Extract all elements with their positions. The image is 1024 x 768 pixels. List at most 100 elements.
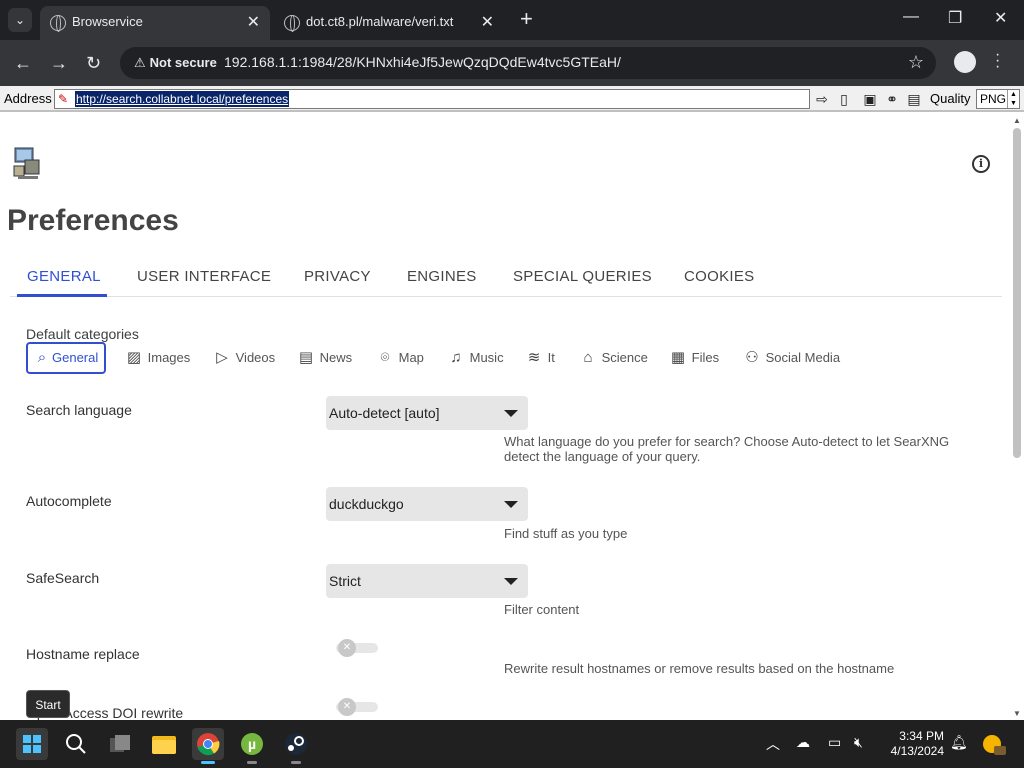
category-label: Science (601, 350, 648, 365)
hostname-replace-toggle[interactable]: ✕ (336, 639, 378, 657)
close-icon[interactable]: ✕ (481, 12, 494, 32)
chrome-icon (197, 733, 220, 756)
hostname-replace-help: Rewrite result hostnames or remove resul… (504, 661, 895, 676)
find-icon[interactable]: ▣ (861, 90, 879, 108)
archive-icon: ▦ (670, 349, 686, 366)
chevron-down-icon (504, 578, 518, 585)
folder-icon (152, 736, 176, 754)
category-music[interactable]: ♫ Music (446, 342, 503, 374)
tab-user-interface[interactable]: USER INTERFACE (137, 268, 271, 285)
category-videos[interactable]: ▷ Videos (212, 342, 275, 374)
utorrent-icon: µ (241, 733, 263, 755)
display-icon[interactable]: ▭ (828, 734, 841, 751)
utorrent-taskbar-button[interactable]: µ (236, 728, 268, 764)
windows-icon (23, 735, 41, 753)
taskbar-search-button[interactable] (60, 728, 92, 760)
reload-button[interactable]: ↻ (86, 53, 101, 74)
people-icon: ⚇ (745, 349, 759, 366)
autocomplete-value: duckduckgo (329, 496, 404, 512)
bookmark-star-icon[interactable]: ☆ (908, 52, 924, 73)
search-language-select[interactable]: Auto-detect [auto] (326, 396, 528, 430)
category-social-media[interactable]: ⚇ Social Media (742, 342, 840, 374)
browser-toolbar: ← → ↻ ⚠ Not secure 192.168.1.1:1984/28/KH… (0, 40, 1024, 86)
minimize-button[interactable]: — (903, 8, 919, 26)
omnibox[interactable]: ⚠ Not secure 192.168.1.1:1984/28/KHNxhi4e… (120, 47, 936, 79)
tab-privacy[interactable]: PRIVACY (304, 268, 371, 285)
binoculars-icon[interactable]: ⚭ (883, 90, 901, 108)
running-indicator (247, 761, 257, 764)
search-language-label: Search language (26, 402, 132, 418)
category-science[interactable]: ⌂ Science (578, 342, 648, 374)
address-value[interactable]: http://search.collabnet.local/preference… (75, 91, 290, 107)
tab-search-button[interactable]: ⌄ (8, 8, 32, 32)
search-language-value: Auto-detect [auto] (329, 405, 440, 421)
restore-button[interactable]: ❐ (948, 8, 962, 28)
browservice-control-bar: Address ✎ http://search.collabnet.local/… (0, 86, 1024, 112)
scroll-up-icon[interactable]: ▲ (1013, 116, 1021, 125)
layers-icon: ≋ (527, 349, 541, 366)
category-files[interactable]: ▦ Files (668, 342, 719, 374)
address-field[interactable]: ✎ http://search.collabnet.local/preferen… (54, 89, 810, 109)
tab-special-queries[interactable]: SPECIAL QUERIES (513, 268, 652, 285)
tab-veri-txt[interactable]: dot.ct8.pl/malware/veri.txt ✕ (274, 6, 504, 40)
omnibox-url[interactable]: 192.168.1.1:1984/28/KHNxhi4eJf5JewQzqDQd… (224, 54, 621, 70)
tab-general[interactable]: GENERAL (27, 268, 101, 285)
window-close-button[interactable]: ✕ (994, 8, 1007, 28)
cloud-offline-icon[interactable]: ☁ (796, 734, 810, 751)
tab-browservice[interactable]: Browservice ✕ (40, 6, 270, 40)
notification-bell-icon[interactable]: 🔔︎ (950, 734, 968, 751)
open-access-doi-toggle[interactable]: ✕ (336, 698, 378, 716)
category-images[interactable]: ▨ Images (124, 342, 190, 374)
running-indicator (291, 761, 301, 764)
newspaper-icon: ▤ (298, 349, 314, 366)
taskbar-clock[interactable]: 3:34 PM 4/13/2024 (872, 729, 944, 759)
new-tab-button[interactable]: + (520, 6, 533, 32)
safesearch-select[interactable]: Strict (326, 564, 528, 598)
category-it[interactable]: ≋ It (524, 342, 555, 374)
scroll-down-icon[interactable]: ▼ (1013, 709, 1021, 718)
spinner-icon[interactable]: ▲ ▼ (1007, 90, 1019, 108)
tab-cookies[interactable]: COOKIES (684, 268, 754, 285)
category-label: Videos (235, 350, 276, 365)
page-scrollbar[interactable]: ▲ ▼ (1010, 114, 1024, 720)
chevron-down-icon (504, 501, 518, 508)
weather-widget-icon[interactable] (980, 730, 1008, 758)
close-icon[interactable]: ✕ (247, 12, 260, 32)
steam-taskbar-button[interactable] (280, 728, 312, 764)
security-chip[interactable]: ⚠ Not secure (128, 53, 223, 73)
clipboard-icon[interactable]: ▤ (905, 90, 923, 108)
address-label: Address (4, 91, 52, 106)
quality-select[interactable]: PNG ▲ ▼ (976, 89, 1020, 109)
default-categories-label: Default categories (26, 326, 139, 342)
go-arrow-icon[interactable]: ⇨ (813, 90, 831, 108)
steam-icon (285, 733, 307, 755)
file-explorer-button[interactable] (148, 728, 180, 760)
category-news[interactable]: ▤ News (296, 342, 352, 374)
category-map[interactable]: ⌾ Map (375, 342, 423, 374)
close-icon: ✕ (338, 639, 356, 657)
tab-engines[interactable]: ENGINES (407, 268, 477, 285)
start-tooltip: Start (26, 690, 70, 718)
searxng-logo[interactable] (12, 146, 42, 180)
back-button[interactable]: ← (14, 53, 32, 74)
bookmark-icon[interactable]: ▯ (835, 90, 853, 108)
autocomplete-select[interactable]: duckduckgo (326, 487, 528, 521)
category-general[interactable]: ⌕ General (26, 342, 107, 374)
chevron-up-icon[interactable]: ︿ (766, 734, 780, 754)
forward-button[interactable]: → (50, 53, 68, 74)
task-view-button[interactable] (104, 728, 136, 760)
start-button[interactable] (16, 728, 48, 760)
running-indicator (201, 761, 215, 764)
category-label: General (52, 350, 99, 365)
search-language-help: What language do you prefer for search? … (504, 434, 950, 464)
volume-muted-icon[interactable]: 🔇︎ (854, 734, 863, 751)
scrollbar-thumb[interactable] (1013, 128, 1021, 458)
category-label: Images (147, 350, 191, 365)
menu-kebab-icon[interactable]: · · · (995, 47, 1000, 75)
profile-icon[interactable] (954, 51, 976, 73)
info-icon[interactable]: i (972, 155, 990, 173)
chrome-taskbar-button[interactable] (192, 728, 224, 764)
autocomplete-label: Autocomplete (26, 493, 112, 509)
globe-icon (50, 15, 66, 32)
safesearch-label: SafeSearch (26, 570, 100, 586)
